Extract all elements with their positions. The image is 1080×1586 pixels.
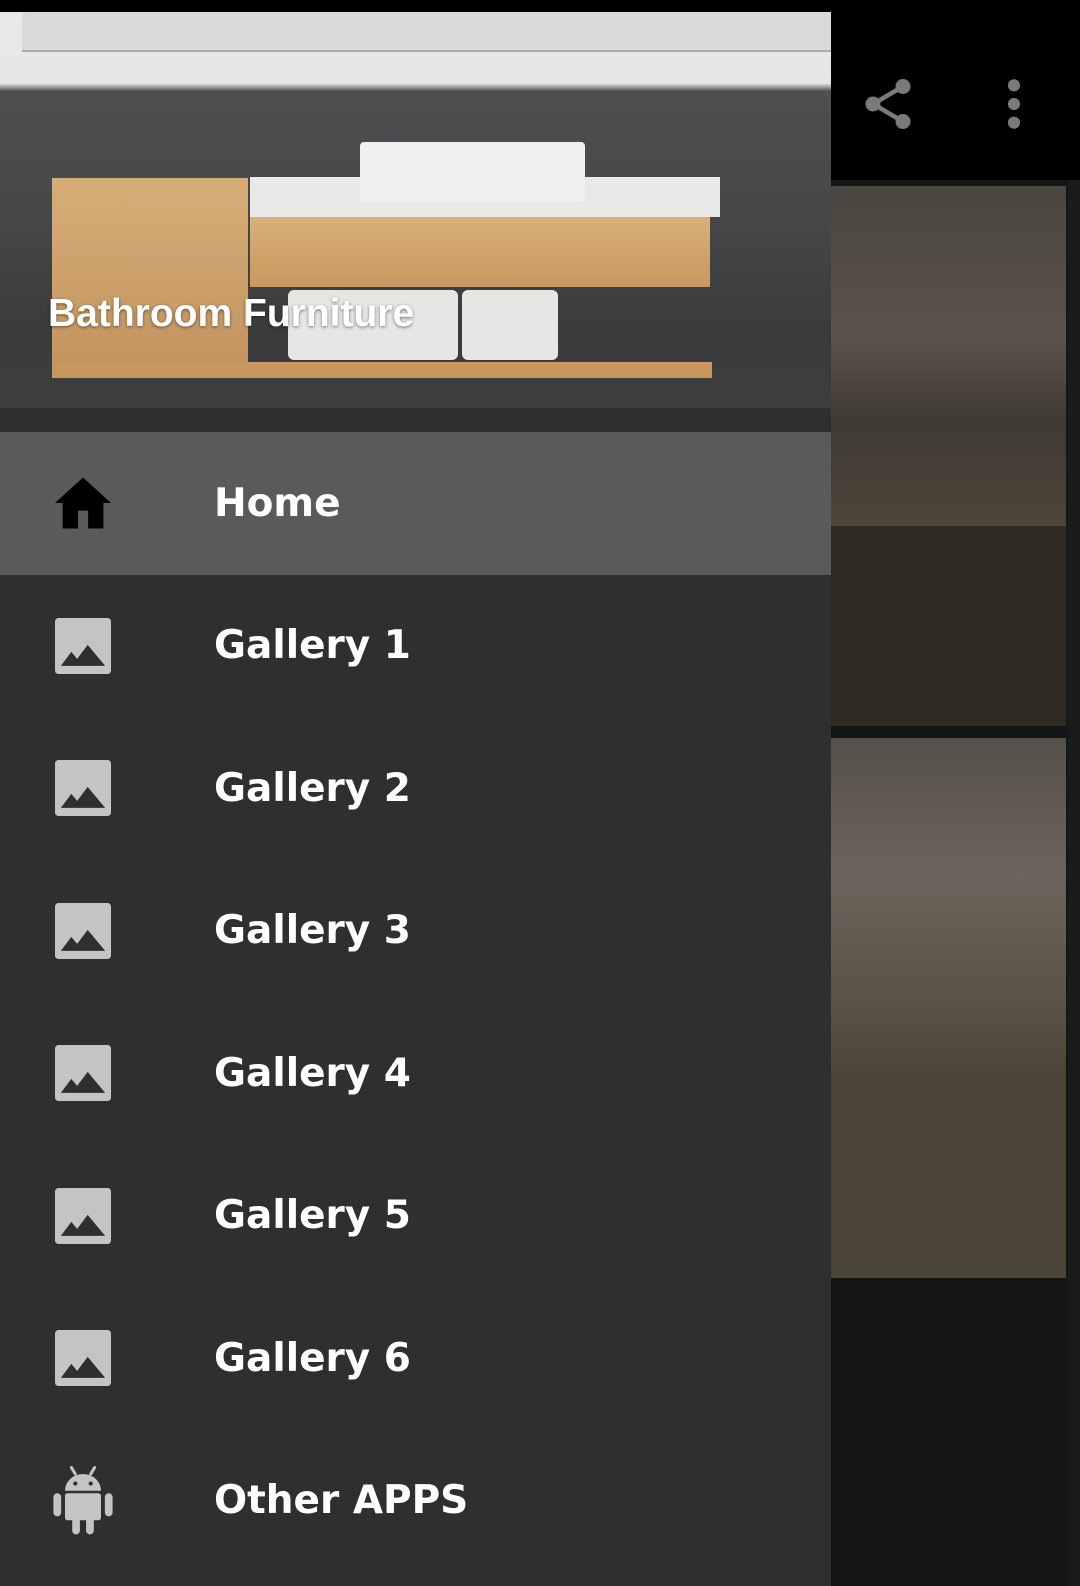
drawer-item-gallery-4[interactable]: Gallery 4 <box>0 1002 831 1145</box>
drawer-item-label: Gallery 3 <box>214 908 411 954</box>
image-icon <box>52 615 114 677</box>
more-vert-icon <box>1007 79 1021 129</box>
drawer-header: Bathroom Furniture <box>0 12 831 408</box>
drawer-item-gallery-3[interactable]: Gallery 3 <box>0 860 831 1003</box>
drawer-item-label: Home <box>214 480 341 526</box>
image-icon <box>52 1042 114 1104</box>
android-icon <box>52 1465 114 1535</box>
drawer-item-gallery-5[interactable]: Gallery 5 <box>0 1145 831 1288</box>
drawer-item-gallery-6[interactable]: Gallery 6 <box>0 1287 831 1430</box>
image-icon <box>52 1185 114 1247</box>
drawer-item-label: Gallery 4 <box>214 1050 411 1096</box>
header-image-mirror <box>22 12 831 52</box>
status-bar <box>0 0 1080 12</box>
drawer-item-label: Gallery 5 <box>214 1193 411 1239</box>
share-icon <box>865 79 911 129</box>
home-icon <box>52 472 114 534</box>
header-image-shelf <box>52 362 712 378</box>
drawer-item-gallery-1[interactable]: Gallery 1 <box>0 575 831 718</box>
share-button[interactable] <box>852 68 924 140</box>
image-icon <box>52 757 114 819</box>
header-image-basin <box>360 142 585 202</box>
drawer-item-label: Other APPS <box>214 1478 469 1524</box>
navigation-drawer: Bathroom Furniture Home Gallery 1 Galler… <box>0 12 831 1586</box>
drawer-item-label: Gallery 2 <box>214 765 411 811</box>
image-icon <box>52 1327 114 1389</box>
header-image-cabinet <box>52 178 248 364</box>
drawer-item-gallery-2[interactable]: Gallery 2 <box>0 717 831 860</box>
drawer-item-other-apps[interactable]: Other APPS <box>0 1430 831 1573</box>
header-image-towel <box>462 290 558 360</box>
header-image-vanity-drawer <box>250 217 710 287</box>
drawer-item-label: Gallery 6 <box>214 1335 411 1381</box>
more-options-button[interactable] <box>978 68 1050 140</box>
drawer-divider <box>0 408 831 432</box>
drawer-item-label: Gallery 1 <box>214 623 411 669</box>
drawer-header-title: Bathroom Furniture <box>48 292 415 335</box>
scrim-edge <box>1068 180 1080 1586</box>
drawer-item-home[interactable]: Home <box>0 432 831 575</box>
image-icon <box>52 900 114 962</box>
